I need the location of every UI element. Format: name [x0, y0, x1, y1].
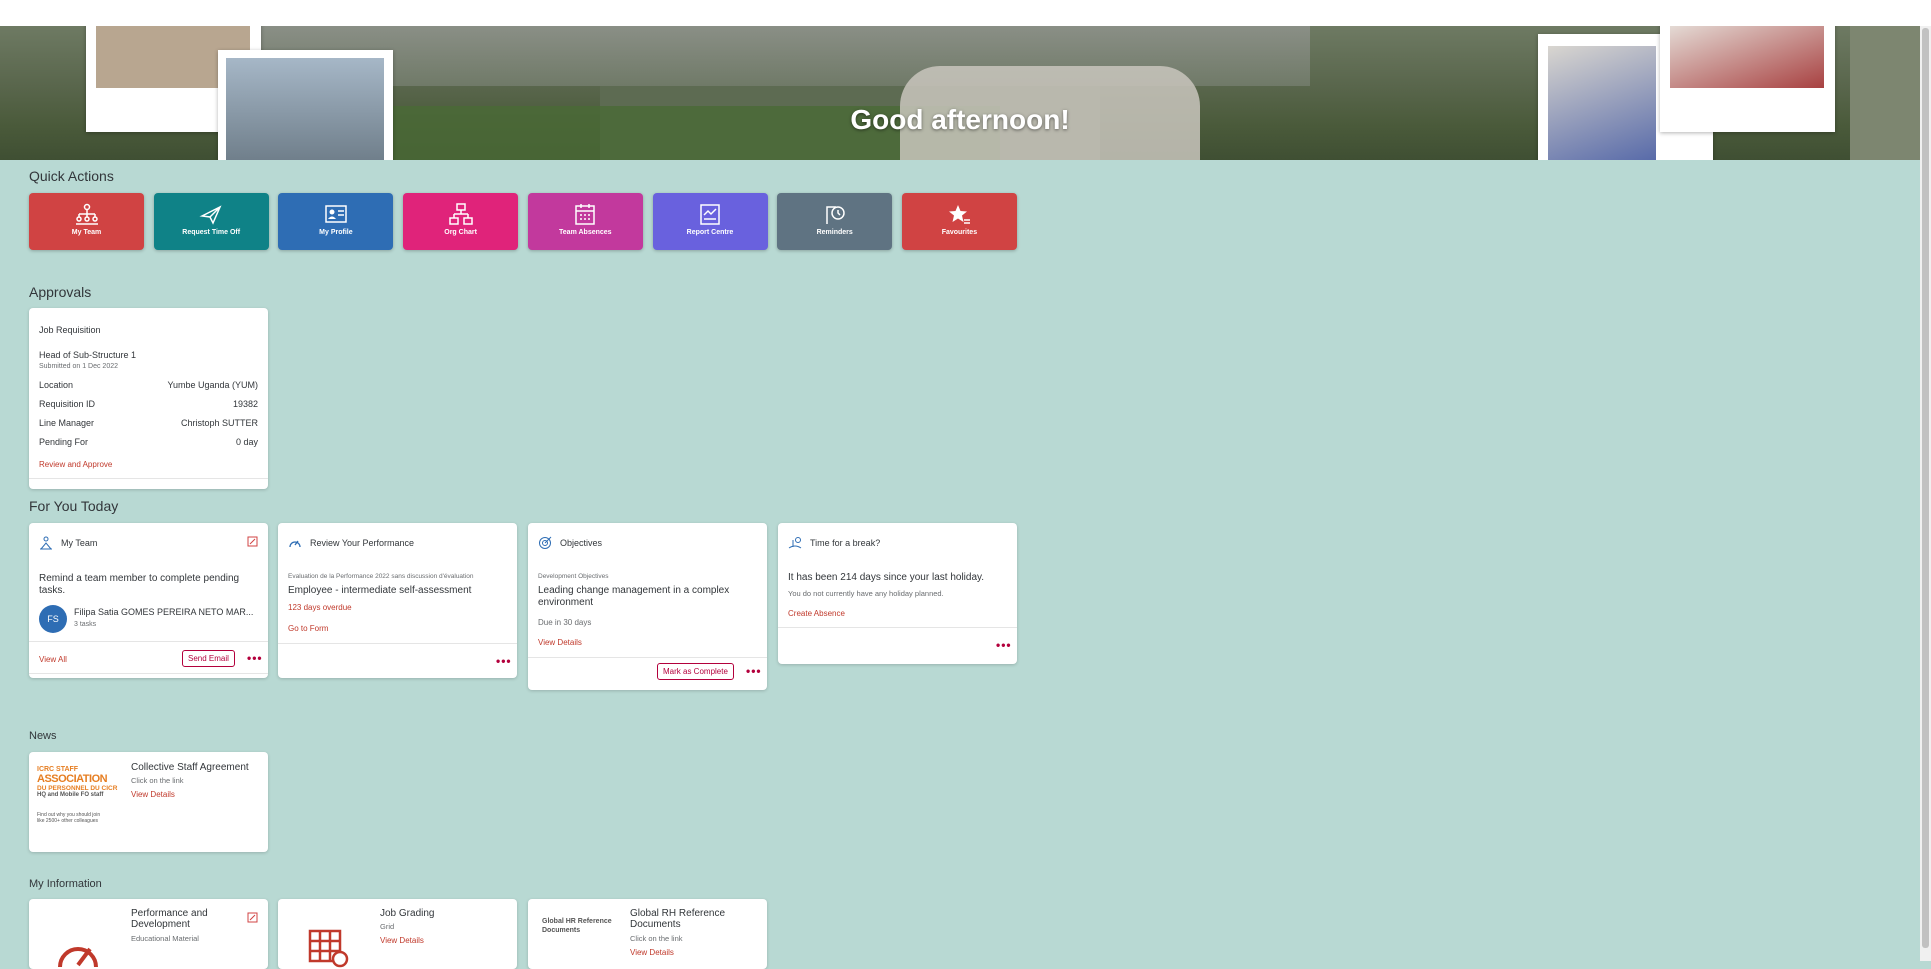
- quick-action-request-time-off[interactable]: Request Time Off: [153, 193, 269, 250]
- info-view-details-link[interactable]: View Details: [380, 936, 424, 945]
- report-icon: [700, 204, 720, 225]
- my-team-card-title: My Team: [61, 538, 98, 548]
- reminder-icon: [825, 206, 845, 224]
- approval-row-line-manager: Line Manager Christoph SUTTER: [39, 418, 258, 428]
- expand-icon[interactable]: [247, 912, 258, 923]
- mark-complete-button[interactable]: Mark as Complete: [657, 663, 734, 680]
- scrollbar-thumb[interactable]: [1922, 28, 1929, 948]
- grid-gear-icon: [308, 929, 349, 968]
- airplane-icon: [199, 205, 222, 225]
- quick-action-team-absences[interactable]: Team Absences: [527, 193, 643, 250]
- team-member-tasks: 3 tasks: [74, 621, 97, 628]
- info-card-title: Performance and Development: [131, 908, 208, 930]
- info-card-sub: Educational Material: [131, 934, 199, 943]
- team-icon: [75, 203, 98, 225]
- performance-subtitle: Evaluation de la Performance 2022 sans d…: [288, 573, 474, 580]
- objectives-item: Leading change management in a complex e…: [538, 585, 730, 608]
- news-view-details-link[interactable]: View Details: [131, 790, 175, 799]
- approvals-title: Approvals: [29, 284, 92, 300]
- objectives-card[interactable]: Objectives Development Objectives Leadin…: [528, 523, 767, 690]
- news-item-sub: Click on the link: [131, 776, 184, 785]
- info-card-sub: Grid: [380, 922, 395, 931]
- my-information-title: My Information: [29, 878, 102, 890]
- info-card-performance[interactable]: Performance and Development Educational …: [29, 899, 268, 969]
- star-list-icon: [949, 205, 971, 224]
- profile-card-icon: [325, 205, 347, 223]
- break-message: It has been 214 days since your last hol…: [788, 572, 985, 583]
- for-you-today-title: For You Today: [29, 498, 119, 514]
- review-approve-link[interactable]: Review and Approve: [39, 460, 112, 469]
- approval-row-location: Location Yumbe Uganda (YUM): [39, 380, 258, 390]
- info-card-global-rh[interactable]: Global HR Reference Documents Global RH …: [528, 899, 767, 969]
- approval-row-requisition-id: Requisition ID 19382: [39, 399, 258, 409]
- approval-type: Job Requisition: [39, 325, 101, 335]
- break-card-title: Time for a break?: [810, 538, 881, 548]
- calendar-icon: [575, 204, 596, 225]
- staff-association-logo: ICRC STAFF ASSOCIATION DU PERSONNEL DU C…: [37, 766, 118, 824]
- expand-icon[interactable]: [247, 536, 258, 547]
- quick-action-my-profile[interactable]: My Profile: [278, 193, 394, 250]
- objectives-subtitle: Development Objectives: [538, 573, 609, 580]
- break-card[interactable]: Time for a break? It has been 214 days s…: [778, 523, 1017, 664]
- info-card-job-grading[interactable]: Job Grading Grid View Details: [278, 899, 517, 969]
- compass-icon: [58, 947, 98, 967]
- info-card-title: Global RH Reference Documents: [630, 908, 726, 930]
- my-team-card[interactable]: My Team Remind a team member to complete…: [29, 523, 268, 678]
- quick-action-label: Org Chart: [444, 229, 477, 236]
- info-view-details-link[interactable]: View Details: [630, 948, 674, 957]
- view-details-link[interactable]: View Details: [538, 638, 582, 647]
- more-options-button[interactable]: •••: [247, 651, 263, 665]
- quick-action-label: My Team: [71, 229, 102, 236]
- greeting: Good afternoon!: [850, 104, 1070, 135]
- quick-actions-title: Quick Actions: [29, 168, 114, 184]
- performance-card-title: Review Your Performance: [310, 538, 415, 548]
- objectives-due: Due in 30 days: [538, 618, 592, 627]
- objectives-card-title: Objectives: [560, 538, 603, 548]
- performance-overdue: 123 days overdue: [288, 603, 352, 612]
- speedometer-icon: [289, 540, 301, 548]
- approval-position: Head of Sub-Structure 1: [39, 350, 137, 360]
- quick-action-report-centre[interactable]: Report Centre: [652, 193, 768, 250]
- quick-action-label: Team Absences: [559, 229, 612, 236]
- quick-action-my-team[interactable]: My Team: [29, 193, 144, 250]
- send-email-button[interactable]: Send Email: [182, 650, 235, 667]
- team-member-name[interactable]: Filipa Satia GOMES PEREIRA NETO MAR...: [74, 607, 259, 617]
- more-options-button[interactable]: •••: [496, 654, 512, 668]
- more-options-button[interactable]: •••: [996, 638, 1012, 652]
- approval-row-pending-for: Pending For 0 day: [39, 437, 258, 447]
- performance-card[interactable]: Review Your Performance Evaluation de la…: [278, 523, 517, 678]
- more-options-button[interactable]: •••: [746, 664, 762, 678]
- my-team-message: Remind a team member to complete pending…: [39, 573, 240, 596]
- create-absence-link[interactable]: Create Absence: [788, 609, 845, 618]
- global-hr-logo: Global HR Reference Documents: [542, 918, 612, 934]
- info-card-sub: Click on the link: [630, 934, 683, 943]
- org-chart-icon: [448, 203, 473, 225]
- approval-card[interactable]: Job Requisition Head of Sub-Structure 1 …: [29, 308, 268, 489]
- quick-action-reminders[interactable]: Reminders: [777, 193, 893, 250]
- quick-action-label: Reminders: [816, 229, 853, 236]
- go-to-form-link[interactable]: Go to Form: [288, 624, 328, 633]
- view-all-link[interactable]: View All: [39, 655, 67, 664]
- info-card-title: Job Grading: [380, 908, 435, 919]
- quick-action-label: Request Time Off: [182, 229, 241, 236]
- news-title: News: [29, 730, 57, 742]
- quick-action-org-chart[interactable]: Org Chart: [403, 193, 519, 250]
- hero-banner: Good afternoon!: [0, 26, 1920, 160]
- top-bar: [0, 0, 1931, 26]
- quick-action-label: Favourites: [941, 229, 978, 236]
- news-card[interactable]: ICRC STAFF ASSOCIATION DU PERSONNEL DU C…: [29, 752, 268, 852]
- team-icon: [40, 536, 52, 550]
- target-icon: [539, 536, 552, 549]
- break-sub: You do not currently have any holiday pl…: [788, 589, 944, 598]
- avatar[interactable]: FS: [39, 605, 67, 633]
- performance-item: Employee - intermediate self-assessment: [288, 585, 472, 596]
- beach-icon: [788, 537, 802, 549]
- quick-action-label: My Profile: [319, 229, 353, 236]
- approval-submitted: Submitted on 1 Dec 2022: [39, 363, 118, 370]
- page-scrollbar[interactable]: [1920, 26, 1931, 961]
- quick-action-favourites[interactable]: Favourites: [901, 193, 1017, 250]
- quick-action-label: Report Centre: [686, 229, 734, 236]
- approval-rows: Location Yumbe Uganda (YUM) Requisition I…: [39, 380, 258, 456]
- news-item-title: Collective Staff Agreement: [131, 762, 249, 773]
